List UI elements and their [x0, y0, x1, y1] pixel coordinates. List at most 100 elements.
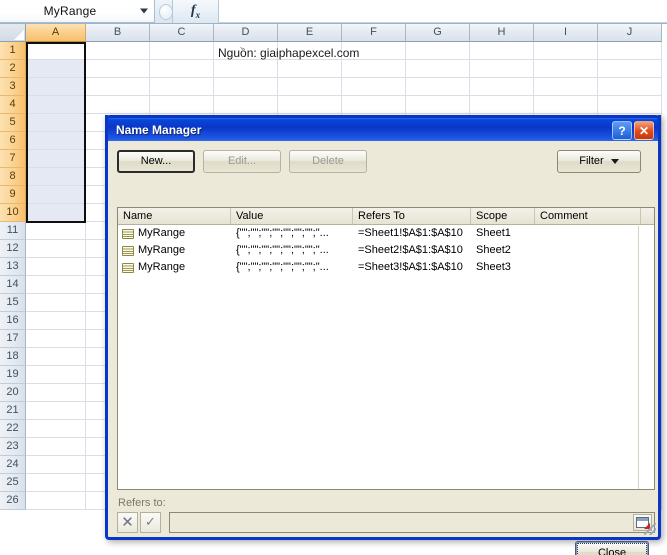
row-header-18[interactable]: 18 [0, 348, 26, 366]
cell-A23[interactable] [26, 438, 86, 456]
cell-A11[interactable] [26, 222, 86, 240]
formula-bar-expand-handle[interactable] [155, 0, 173, 23]
column-header-j[interactable]: J [598, 24, 662, 42]
row-header-9[interactable]: 9 [0, 186, 26, 204]
names-list-scrollbar[interactable] [638, 226, 653, 490]
new-button[interactable]: New... [117, 150, 195, 173]
column-header-d[interactable]: D [214, 24, 278, 42]
cell-E4[interactable] [278, 96, 342, 114]
row-header-26[interactable]: 26 [0, 492, 26, 510]
cell-B4[interactable] [86, 96, 150, 114]
cell-J4[interactable] [598, 96, 662, 114]
edit-button[interactable]: Edit... [203, 150, 281, 173]
cell-J2[interactable] [598, 60, 662, 78]
cell-I1[interactable] [534, 42, 598, 60]
cell-G2[interactable] [406, 60, 470, 78]
table-row[interactable]: MyRange{"";"";"";"";"";"";"";"...=Sheet1… [118, 225, 654, 242]
row-header-5[interactable]: 5 [0, 114, 26, 132]
row-header-16[interactable]: 16 [0, 312, 26, 330]
chevron-down-icon[interactable] [140, 9, 148, 14]
cell-B2[interactable] [86, 60, 150, 78]
column-header-name[interactable]: Name [118, 208, 231, 224]
cell-A13[interactable] [26, 258, 86, 276]
cell-A9[interactable] [26, 186, 86, 204]
cell-I2[interactable] [534, 60, 598, 78]
cell-A1[interactable] [26, 42, 86, 60]
column-header-f[interactable]: F [342, 24, 406, 42]
resize-grip[interactable] [644, 523, 656, 535]
delete-button[interactable]: Delete [289, 150, 367, 173]
cell-E3[interactable] [278, 78, 342, 96]
row-header-4[interactable]: 4 [0, 96, 26, 114]
cell-G1[interactable] [406, 42, 470, 60]
column-header-a[interactable]: A [26, 24, 86, 42]
cell-J3[interactable] [598, 78, 662, 96]
cell-G4[interactable] [406, 96, 470, 114]
refers-to-input[interactable] [169, 512, 655, 533]
column-header-c[interactable]: C [150, 24, 214, 42]
cell-A12[interactable] [26, 240, 86, 258]
cell-C1[interactable] [150, 42, 214, 60]
cell-H3[interactable] [470, 78, 534, 96]
cell-A15[interactable] [26, 294, 86, 312]
table-row[interactable]: MyRange{"";"";"";"";"";"";"";"...=Sheet2… [118, 242, 654, 259]
column-header-h[interactable]: H [470, 24, 534, 42]
help-icon[interactable]: ? [612, 121, 632, 140]
row-header-14[interactable]: 14 [0, 276, 26, 294]
row-header-21[interactable]: 21 [0, 402, 26, 420]
cancel-edit-icon[interactable]: ✕ [117, 512, 138, 533]
cell-G3[interactable] [406, 78, 470, 96]
cell-J1[interactable] [598, 42, 662, 60]
row-header-24[interactable]: 24 [0, 456, 26, 474]
cell-A22[interactable] [26, 420, 86, 438]
cell-C3[interactable] [150, 78, 214, 96]
cell-H1[interactable] [470, 42, 534, 60]
cell-B3[interactable] [86, 78, 150, 96]
column-header-comment[interactable]: Comment [535, 208, 641, 224]
column-header-i[interactable]: I [534, 24, 598, 42]
row-header-15[interactable]: 15 [0, 294, 26, 312]
table-row[interactable]: MyRange{"";"";"";"";"";"";"";"...=Sheet3… [118, 259, 654, 276]
cell-A24[interactable] [26, 456, 86, 474]
cell-A8[interactable] [26, 168, 86, 186]
cell-D4[interactable] [214, 96, 278, 114]
row-header-11[interactable]: 11 [0, 222, 26, 240]
row-header-25[interactable]: 25 [0, 474, 26, 492]
cell-B1[interactable] [86, 42, 150, 60]
row-header-7[interactable]: 7 [0, 150, 26, 168]
row-header-12[interactable]: 12 [0, 240, 26, 258]
cell-A26[interactable] [26, 492, 86, 510]
cell-A3[interactable] [26, 78, 86, 96]
row-header-1[interactable]: 1 [0, 42, 26, 60]
formula-input[interactable] [219, 0, 667, 23]
cell-C4[interactable] [150, 96, 214, 114]
column-header-g[interactable]: G [406, 24, 470, 42]
cell-A6[interactable] [26, 132, 86, 150]
column-header-b[interactable]: B [86, 24, 150, 42]
cell-I4[interactable] [534, 96, 598, 114]
row-header-23[interactable]: 23 [0, 438, 26, 456]
cell-A19[interactable] [26, 366, 86, 384]
cell-H2[interactable] [470, 60, 534, 78]
close-button[interactable]: Close [575, 541, 649, 555]
cell-A7[interactable] [26, 150, 86, 168]
cell-F3[interactable] [342, 78, 406, 96]
row-header-6[interactable]: 6 [0, 132, 26, 150]
cell-A2[interactable] [26, 60, 86, 78]
cell-A5[interactable] [26, 114, 86, 132]
cell-F2[interactable] [342, 60, 406, 78]
row-header-22[interactable]: 22 [0, 420, 26, 438]
cell-A4[interactable] [26, 96, 86, 114]
row-header-13[interactable]: 13 [0, 258, 26, 276]
cell-A16[interactable] [26, 312, 86, 330]
insert-function-icon[interactable]: fx [173, 0, 219, 23]
cell-A25[interactable] [26, 474, 86, 492]
names-list-rows[interactable]: MyRange{"";"";"";"";"";"";"";"...=Sheet1… [118, 225, 654, 489]
cell-A10[interactable] [26, 204, 86, 222]
cell-A18[interactable] [26, 348, 86, 366]
cell-A14[interactable] [26, 276, 86, 294]
row-header-20[interactable]: 20 [0, 384, 26, 402]
cell-F4[interactable] [342, 96, 406, 114]
filter-button[interactable]: Filter [557, 150, 641, 173]
cell-D2[interactable] [214, 60, 278, 78]
